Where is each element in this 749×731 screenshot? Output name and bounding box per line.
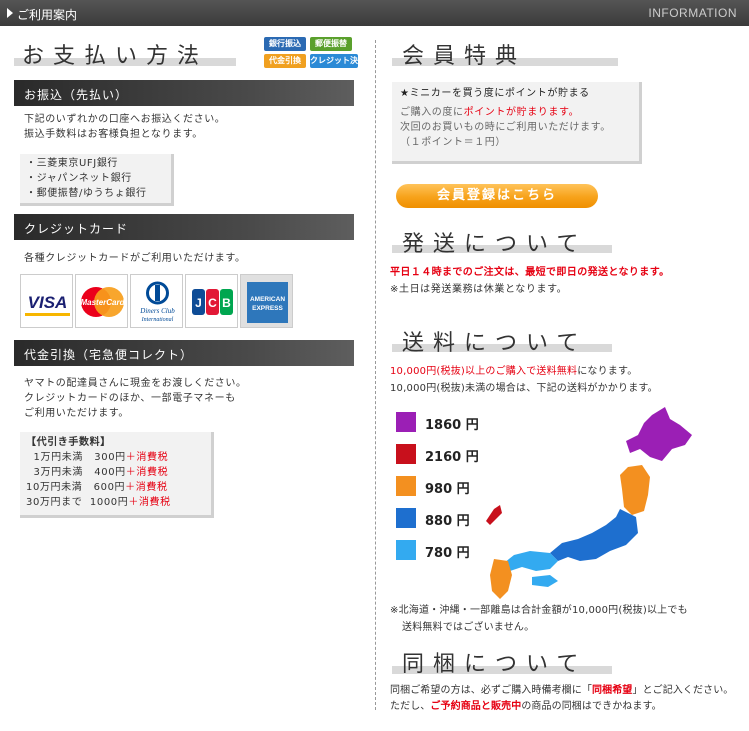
page-title: ご利用案内 xyxy=(17,8,78,22)
map-region-honshu-central xyxy=(550,509,638,561)
cod-text-3: ご利用いただけます。 xyxy=(24,408,129,419)
fee-line-2: 10,000円(税抜)未満の場合は、下記の送料がかかります。 xyxy=(390,383,658,394)
cod-fee-title: 【代引き手数料】 xyxy=(26,437,111,448)
fee-footnote-1: ※北海道・沖縄・一部離島は合計金額が10,000円(税抜)以上でも xyxy=(390,605,688,616)
japan-shipping-map xyxy=(480,405,710,608)
badge-bank-transfer: 銀行振込 xyxy=(264,37,306,51)
bundle-title: 同梱について xyxy=(402,652,588,677)
bundle-line-2: ただし、ご予約商品と販売中の商品の同梱はできかねます。 xyxy=(390,701,662,712)
member-title: 会員特典 xyxy=(402,44,527,69)
member-benefit-box: ★ミニカーを買う度にポイントが貯まる ご購入の度にポイントが貯まります。 次回の… xyxy=(392,82,642,164)
cod-fee-row: 10万円未満 600円＋消費税 xyxy=(26,482,168,493)
legend-swatch-orange xyxy=(396,476,416,496)
cod-text-1: ヤマトの配達員さんに現金をお渡しください。 xyxy=(24,378,247,389)
badge-cod: 代金引換 xyxy=(264,54,306,68)
svg-text:VISA: VISA xyxy=(28,293,68,312)
mastercard-icon: MasterCard xyxy=(75,274,128,328)
legend-swatch-purple xyxy=(396,412,416,432)
svg-text:AMERICAN: AMERICAN xyxy=(250,296,285,303)
top-bar: ご利用案内 INFORMATION xyxy=(0,0,749,26)
legend-swatch-red xyxy=(396,444,416,464)
diners-club-icon: Diners Club International xyxy=(130,274,183,328)
cod-fee-row: 1万円未満 300円＋消費税 xyxy=(26,452,169,463)
svg-text:J: J xyxy=(195,296,202,310)
section-header-credit: クレジットカード xyxy=(14,214,354,240)
column-divider xyxy=(375,40,376,710)
map-region-okinawa xyxy=(486,505,502,525)
svg-text:B: B xyxy=(222,296,231,310)
bank-list-box: ・三菱東京UFJ銀行 ・ジャパンネット銀行 ・郵便振替/ゆうちょ銀行 xyxy=(20,154,174,206)
bundle-line-1: 同梱ご希望の方は、必ずご購入時備考欄に「同梱希望」とご記入ください。 xyxy=(390,685,734,696)
fee-footnote-2: 送料無料ではございません。 xyxy=(402,622,535,633)
fee-line-1: 10,000円(税抜)以上のご購入で送料無料になります。 xyxy=(390,366,638,377)
shipping-note-red: 平日１４時までのご注文は、最短で即日の発送となります。 xyxy=(390,267,670,278)
member-line-1: ★ミニカーを買う度にポイントが貯まる xyxy=(400,88,590,99)
legend-label: 980 円 xyxy=(425,482,470,497)
legend-swatch-lightblue xyxy=(396,540,416,560)
map-region-shikoku xyxy=(532,575,558,587)
member-line-4: （１ポイント＝１円） xyxy=(400,137,506,148)
svg-text:MasterCard: MasterCard xyxy=(80,298,125,307)
jcb-card-icon: J C B xyxy=(185,274,238,328)
map-region-honshu-west xyxy=(504,551,558,571)
legend-label: 2160 円 xyxy=(425,450,479,465)
bank-item: ・郵便振替/ゆうちょ銀行 xyxy=(26,188,147,199)
member-line-3: 次回のお買いもの時にご利用いただけます。 xyxy=(400,122,611,133)
section-header-cod: 代金引換（宅急便コレクト） xyxy=(14,340,354,366)
svg-text:C: C xyxy=(208,296,217,310)
svg-text:Diners Club: Diners Club xyxy=(139,307,175,315)
legend-label: 1860 円 xyxy=(425,418,479,433)
member-register-button[interactable]: 会員登録はこちら xyxy=(396,184,598,208)
bank-item: ・三菱東京UFJ銀行 xyxy=(26,158,119,169)
map-region-tohoku xyxy=(620,465,650,515)
svg-text:International: International xyxy=(141,317,174,323)
amex-card-icon: AMERICAN EXPRESS xyxy=(240,274,293,328)
cod-fee-row: 3万円未満 400円＋消費税 xyxy=(26,467,169,478)
bank-item: ・ジャパンネット銀行 xyxy=(26,173,132,184)
svg-text:EXPRESS: EXPRESS xyxy=(252,305,283,312)
member-line-2: ご購入の度にポイントが貯まります。 xyxy=(400,107,580,118)
badge-credit: クレジット決済 xyxy=(310,54,358,79)
cod-fee-box: 【代引き手数料】 1万円未満 300円＋消費税 3万円未満 400円＋消費税 1… xyxy=(20,432,214,518)
visa-card-icon: VISA xyxy=(20,274,73,328)
map-region-hokkaido xyxy=(626,407,692,461)
credit-text: 各種クレジットカードがご利用いただけます。 xyxy=(24,253,246,264)
section-header-transfer: お振込（先払い） xyxy=(14,80,354,106)
map-region-kyushu xyxy=(490,559,512,599)
cod-fee-row: 30万円まで 1000円＋消費税 xyxy=(26,497,171,508)
shipping-title: 発送について xyxy=(402,232,588,257)
transfer-text-1: 下記のいずれかの口座へお振込ください。 xyxy=(24,114,226,125)
header-info-label: INFORMATION xyxy=(648,6,737,20)
payment-title: お支払い方法 xyxy=(22,44,209,69)
shipping-note: ※土日は発送業務は休業となります。 xyxy=(390,284,568,295)
transfer-text-2: 振込手数料はお客様負担となります。 xyxy=(24,129,203,140)
legend-label: 780 円 xyxy=(425,546,470,561)
badge-postal-transfer: 郵便振替 xyxy=(310,37,352,51)
legend-label: 880 円 xyxy=(425,514,470,529)
fee-title: 送料について xyxy=(402,331,588,356)
legend-swatch-blue xyxy=(396,508,416,528)
arrow-right-icon xyxy=(7,8,13,18)
cod-text-2: クレジットカードのほか、一部電子マネーも xyxy=(24,393,236,404)
